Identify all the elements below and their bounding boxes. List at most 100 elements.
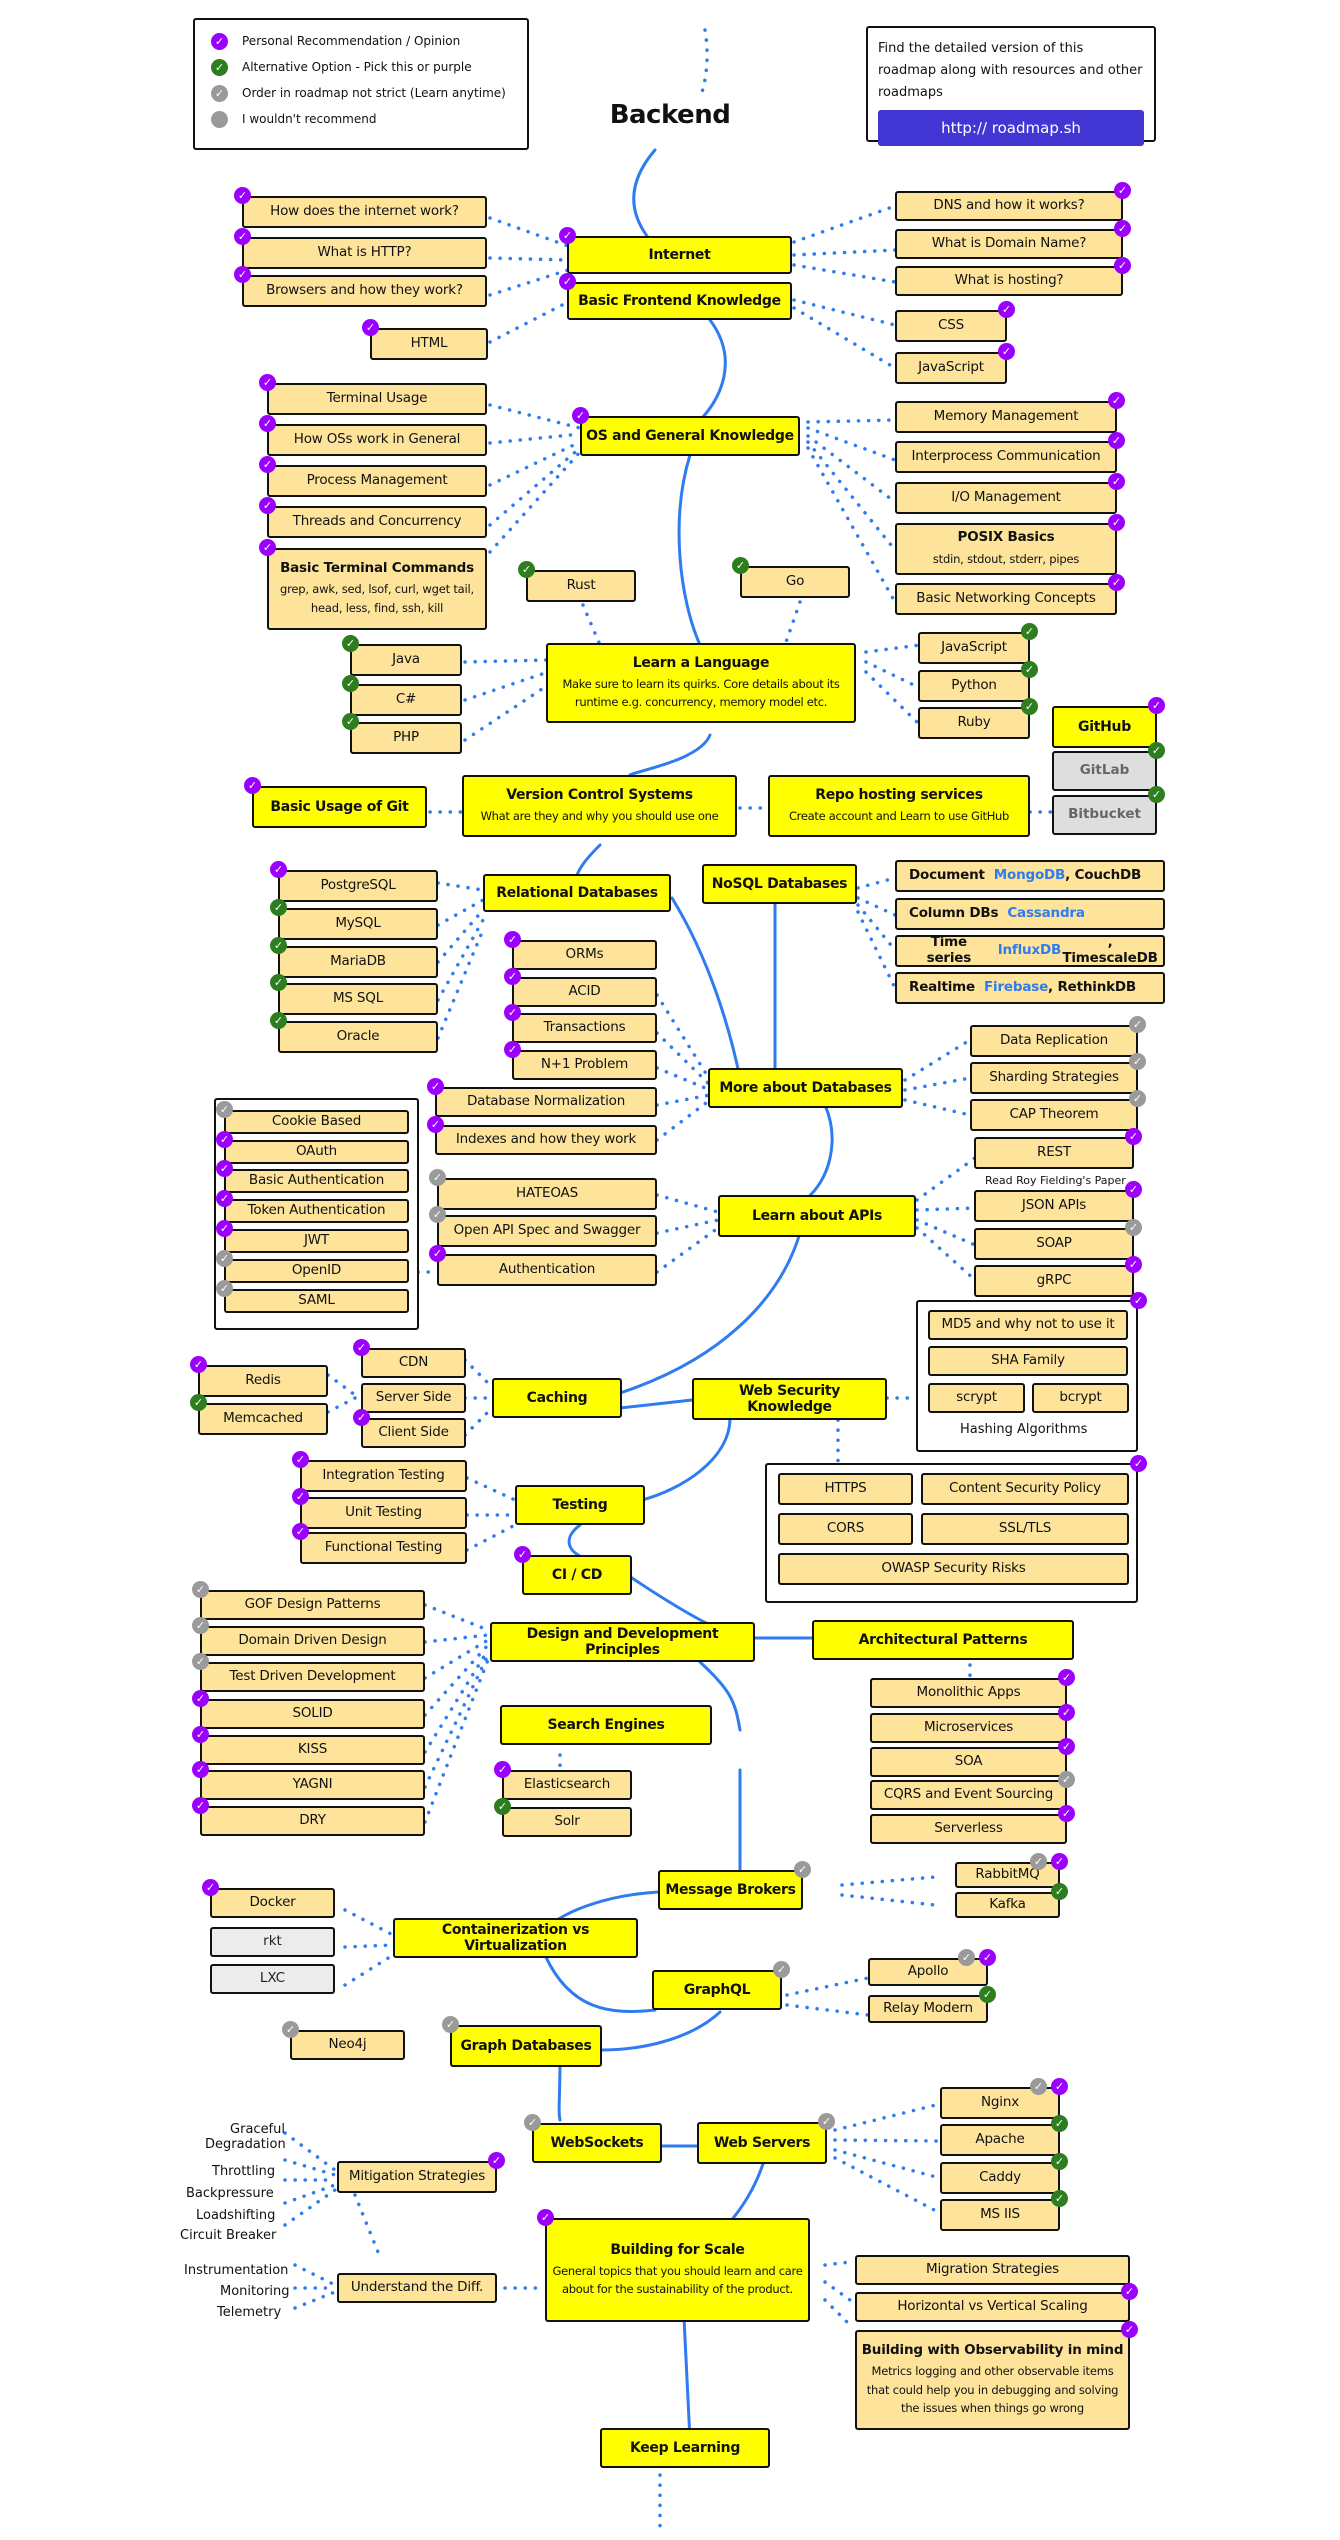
node-docker[interactable]: Docker: [210, 1888, 335, 1918]
node-how-internet[interactable]: How does the internet work?: [242, 196, 487, 228]
node-unit[interactable]: Unit Testing: [300, 1497, 467, 1529]
node-functional[interactable]: Functional Testing: [300, 1532, 467, 1564]
node-arch[interactable]: Architectural Patterns: [812, 1620, 1074, 1660]
node-grpc[interactable]: gRPC: [974, 1265, 1134, 1297]
node-cap[interactable]: CAP Theorem: [970, 1099, 1138, 1131]
node-monolith[interactable]: Monolithic Apps: [870, 1678, 1067, 1708]
node-java[interactable]: Java: [350, 644, 462, 676]
node-tdd[interactable]: Test Driven Development: [200, 1662, 425, 1692]
node-language[interactable]: Learn a Language Make sure to learn its q…: [546, 643, 856, 723]
node-openapi[interactable]: Open API Spec and Swagger: [437, 1215, 657, 1247]
node-transactions[interactable]: Transactions: [512, 1013, 657, 1043]
node-owasp[interactable]: OWASP Security Risks: [778, 1553, 1129, 1585]
node-micro[interactable]: Microservices: [870, 1713, 1067, 1743]
node-cqrs[interactable]: CQRS and Event Sourcing: [870, 1780, 1067, 1810]
node-caching[interactable]: Caching: [492, 1378, 622, 1418]
node-elastic[interactable]: Elasticsearch: [502, 1770, 632, 1800]
node-rkt[interactable]: rkt: [210, 1927, 335, 1957]
node-oauth[interactable]: OAuth: [224, 1140, 409, 1164]
node-mariadb[interactable]: MariaDB: [278, 946, 438, 978]
node-vcs[interactable]: Version Control Systems What are they and…: [462, 775, 737, 837]
node-kafka[interactable]: Kafka: [955, 1892, 1060, 1918]
roadmap-link-button[interactable]: http:// roadmap.sh: [878, 110, 1144, 147]
node-scrypt[interactable]: scrypt: [928, 1383, 1025, 1413]
node-nosql-doc[interactable]: Document MongoDB, CouchDB: [895, 860, 1165, 892]
node-nosql-col[interactable]: Column DBs Cassandra: [895, 898, 1165, 930]
node-https[interactable]: HTTPS: [778, 1473, 913, 1505]
node-server-side[interactable]: Server Side: [361, 1383, 466, 1413]
node-orms[interactable]: ORMs: [512, 940, 657, 970]
node-python[interactable]: Python: [918, 670, 1030, 702]
node-sha[interactable]: SHA Family: [928, 1346, 1128, 1376]
node-mssql[interactable]: MS SQL: [278, 983, 438, 1015]
node-browsers[interactable]: Browsers and how they work?: [242, 275, 487, 307]
node-ddd[interactable]: Domain Driven Design: [200, 1626, 425, 1656]
node-relay[interactable]: Relay Modern: [868, 1995, 988, 2023]
node-hv-scaling[interactable]: Horizontal vs Vertical Scaling: [855, 2292, 1130, 2322]
node-dry[interactable]: DRY: [200, 1806, 425, 1836]
node-memory[interactable]: Memory Management: [895, 401, 1117, 433]
node-saml[interactable]: SAML: [224, 1289, 409, 1313]
node-git[interactable]: Basic Usage of Git: [252, 786, 427, 828]
node-graphdb[interactable]: Graph Databases: [450, 2025, 602, 2067]
node-n1[interactable]: N+1 Problem: [512, 1050, 657, 1080]
node-client-side[interactable]: Client Side: [361, 1418, 466, 1448]
node-design[interactable]: Design and Development Principles: [490, 1622, 755, 1662]
node-soap[interactable]: SOAP: [974, 1228, 1134, 1260]
node-token-auth[interactable]: Token Authentication: [224, 1199, 409, 1223]
node-terminal[interactable]: Terminal Usage: [267, 383, 487, 415]
node-jwt[interactable]: JWT: [224, 1229, 409, 1253]
node-http[interactable]: What is HTTP?: [242, 237, 487, 269]
node-ipc[interactable]: Interprocess Communication: [895, 441, 1117, 473]
node-cicd[interactable]: CI / CD: [522, 1555, 632, 1595]
node-html[interactable]: HTML: [370, 328, 488, 360]
node-redis[interactable]: Redis: [198, 1365, 328, 1397]
node-posix[interactable]: POSIX Basics stdin, stdout, stderr, pipes: [895, 523, 1117, 575]
node-understand[interactable]: Understand the Diff.: [337, 2273, 497, 2303]
node-memcached[interactable]: Memcached: [198, 1403, 328, 1435]
node-websockets[interactable]: WebSockets: [532, 2123, 662, 2163]
node-ssl[interactable]: SSL/TLS: [921, 1513, 1129, 1545]
node-kiss[interactable]: KISS: [200, 1735, 425, 1765]
node-caddy[interactable]: Caddy: [940, 2162, 1060, 2194]
node-io[interactable]: I/O Management: [895, 482, 1117, 514]
node-gof[interactable]: GOF Design Patterns: [200, 1590, 425, 1620]
node-normalization[interactable]: Database Normalization: [435, 1087, 657, 1117]
node-gitlab[interactable]: GitLab: [1052, 751, 1157, 791]
node-term-cmds[interactable]: Basic Terminal Commands grep, awk, sed, l…: [267, 548, 487, 630]
node-apache[interactable]: Apache: [940, 2124, 1060, 2156]
node-integration[interactable]: Integration Testing: [300, 1460, 467, 1492]
node-cors[interactable]: CORS: [778, 1513, 913, 1545]
node-yagni[interactable]: YAGNI: [200, 1770, 425, 1800]
node-networking[interactable]: Basic Networking Concepts: [895, 583, 1117, 615]
node-dns[interactable]: DNS and how it works?: [895, 191, 1123, 221]
node-neo4j[interactable]: Neo4j: [290, 2030, 405, 2060]
node-css[interactable]: CSS: [895, 310, 1007, 342]
node-solr[interactable]: Solr: [502, 1807, 632, 1837]
node-brokers[interactable]: Message Brokers: [658, 1870, 803, 1910]
node-sharding[interactable]: Sharding Strategies: [970, 1062, 1138, 1094]
node-domain[interactable]: What is Domain Name?: [895, 229, 1123, 259]
node-process[interactable]: Process Management: [267, 465, 487, 497]
node-csharp[interactable]: C#: [350, 684, 462, 716]
node-webservers[interactable]: Web Servers: [697, 2122, 827, 2164]
node-nosql-rt[interactable]: Realtime Firebase, RethinkDB: [895, 972, 1165, 1004]
node-replication[interactable]: Data Replication: [970, 1025, 1138, 1057]
node-testing[interactable]: Testing: [515, 1485, 645, 1525]
node-repo[interactable]: Repo hosting services Create account and …: [768, 775, 1030, 837]
node-serverless[interactable]: Serverless: [870, 1814, 1067, 1844]
node-indexes[interactable]: Indexes and how they work: [435, 1125, 657, 1155]
node-how-os[interactable]: How OSs work in General: [267, 424, 487, 456]
node-graphql[interactable]: GraphQL: [652, 1970, 782, 2010]
node-keep-learning[interactable]: Keep Learning: [600, 2428, 770, 2468]
node-rust[interactable]: Rust: [526, 570, 636, 602]
node-oracle[interactable]: Oracle: [278, 1021, 438, 1053]
node-postgres[interactable]: PostgreSQL: [278, 870, 438, 902]
node-web-security[interactable]: Web Security Knowledge: [692, 1378, 887, 1420]
node-go[interactable]: Go: [740, 566, 850, 598]
node-basic-auth[interactable]: Basic Authentication: [224, 1169, 409, 1193]
node-hosting[interactable]: What is hosting?: [895, 266, 1123, 296]
node-solid[interactable]: SOLID: [200, 1699, 425, 1729]
node-mysql[interactable]: MySQL: [278, 908, 438, 940]
node-rest[interactable]: REST: [974, 1137, 1134, 1169]
